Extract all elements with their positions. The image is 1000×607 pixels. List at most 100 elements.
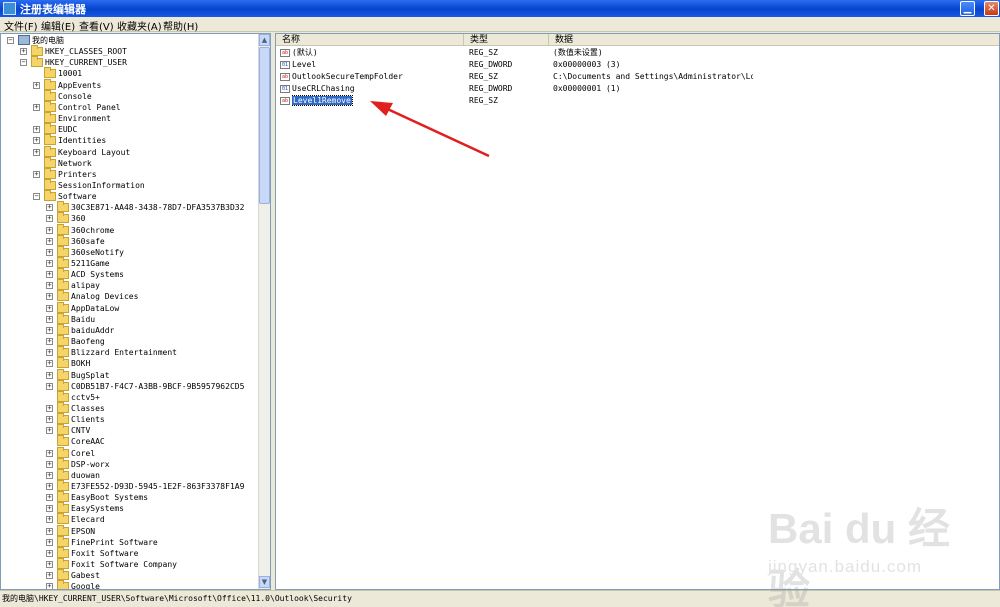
tree-node-label: Foxit Software Company xyxy=(71,560,177,570)
expand-icon[interactable]: + xyxy=(46,427,53,435)
folder-icon xyxy=(44,67,56,79)
expand-icon[interactable]: + xyxy=(46,494,53,502)
expand-icon[interactable]: + xyxy=(46,226,53,234)
folder-icon xyxy=(57,569,69,581)
tree-node-label: Control Panel xyxy=(58,102,121,112)
tree-node-label: Elecard xyxy=(71,515,105,525)
expand-icon[interactable]: + xyxy=(46,583,53,589)
menu-item-3[interactable]: 收藏夹(A) xyxy=(117,18,162,33)
minimize-button[interactable]: ▁ xyxy=(960,1,975,16)
registry-tree[interactable]: − 我的电脑 + HKEY_CLASSES_ROOT − HKEY_CURRENT_USE… xyxy=(1,34,259,589)
folder-icon xyxy=(44,100,56,112)
collapse-icon[interactable]: − xyxy=(20,59,27,67)
expand-icon[interactable]: + xyxy=(46,549,53,557)
expand-icon[interactable]: + xyxy=(46,237,53,245)
tree-node-label: AppDataLow xyxy=(71,303,120,313)
expand-icon[interactable]: + xyxy=(46,293,53,301)
expand-icon[interactable]: + xyxy=(46,204,53,212)
expand-icon[interactable]: + xyxy=(46,505,53,513)
tree-node-label: AppEvents xyxy=(58,80,102,90)
expand-icon[interactable]: + xyxy=(46,460,53,468)
menu-item-4[interactable]: 帮助(H) xyxy=(163,18,198,33)
expand-icon[interactable]: + xyxy=(46,471,53,479)
window-title: 注册表编辑器 xyxy=(20,3,86,16)
collapse-icon[interactable]: − xyxy=(7,37,14,44)
scroll-up-button[interactable]: ▲ xyxy=(259,34,270,46)
folder-icon xyxy=(57,245,69,257)
tree-node-label: baiduAddr xyxy=(71,325,115,335)
expand-icon[interactable]: + xyxy=(46,371,53,379)
folder-icon xyxy=(57,301,69,313)
watermark-url: jingyan.baidu.com xyxy=(768,557,923,576)
expand-icon[interactable]: + xyxy=(46,572,53,580)
menu-item-0[interactable]: 文件(F) xyxy=(4,18,38,33)
menu-item-2[interactable]: 查看(V) xyxy=(79,18,114,33)
baidu-watermark: Bai du 经验 jingyan.baidu.com xyxy=(760,495,980,607)
expand-icon[interactable]: + xyxy=(46,360,53,368)
tree-node-label: EasyBoot Systems xyxy=(71,493,149,503)
expand-icon[interactable]: + xyxy=(46,260,53,267)
expand-icon[interactable]: + xyxy=(46,404,53,412)
expand-icon[interactable]: + xyxy=(46,326,53,334)
expand-icon[interactable]: + xyxy=(46,382,53,390)
scroll-down-button[interactable]: ▼ xyxy=(259,576,270,588)
folder-icon xyxy=(44,78,56,90)
expand-icon[interactable]: + xyxy=(46,416,53,424)
tree-node-label: Corel xyxy=(71,448,96,458)
menu-item-1[interactable]: 编辑(E) xyxy=(41,18,75,33)
folder-icon xyxy=(44,89,56,101)
folder-icon xyxy=(31,56,43,68)
folder-icon xyxy=(57,480,69,491)
folder-icon xyxy=(57,401,69,413)
folder-icon xyxy=(57,379,69,391)
tree-node-label: 360 xyxy=(71,214,86,224)
folder-icon xyxy=(57,413,69,425)
expand-icon[interactable]: + xyxy=(46,338,53,346)
expand-icon[interactable]: + xyxy=(46,349,53,357)
expand-icon[interactable]: + xyxy=(33,170,40,178)
expand-icon[interactable]: + xyxy=(46,449,53,457)
folder-icon xyxy=(44,112,56,124)
folder-icon xyxy=(57,212,69,224)
expand-icon[interactable]: + xyxy=(33,103,40,111)
folder-icon xyxy=(44,167,56,179)
expand-icon[interactable]: + xyxy=(33,137,40,145)
expand-icon[interactable]: + xyxy=(33,148,40,156)
expand-icon[interactable]: + xyxy=(46,538,53,546)
red-arrow-annotation xyxy=(370,101,490,158)
folder-icon xyxy=(57,368,69,380)
tree-node-label: EPSON xyxy=(71,526,96,536)
expand-icon[interactable]: + xyxy=(46,561,53,569)
expand-icon[interactable]: + xyxy=(46,248,53,256)
expand-icon[interactable]: + xyxy=(20,48,27,56)
expand-icon[interactable]: + xyxy=(46,271,53,279)
registry-tree-pane[interactable]: − 我的电脑 + HKEY_CLASSES_ROOT − HKEY_CURRENT_USE… xyxy=(0,33,271,590)
expand-icon[interactable]: + xyxy=(46,483,53,490)
folder-icon xyxy=(57,446,69,458)
tree-node-label: Clients xyxy=(71,415,105,425)
tree-node-label: Keyboard Layout xyxy=(58,147,131,157)
expand-icon[interactable]: + xyxy=(46,516,53,524)
tree-node-label: Baidu xyxy=(71,314,96,324)
folder-icon xyxy=(57,223,69,235)
expand-icon[interactable]: + xyxy=(46,282,53,290)
expand-icon[interactable]: + xyxy=(33,81,40,89)
tree-node-label: FinePrint Software xyxy=(71,537,158,547)
expand-icon[interactable]: + xyxy=(46,315,53,323)
expand-icon[interactable]: + xyxy=(46,215,53,223)
tree-node-label: E73FE552-D93D-5945-1E2F-863F3378F1A9 xyxy=(71,482,245,491)
tree-vertical-scrollbar[interactable]: ▲ ▼ xyxy=(258,34,270,589)
expand-icon[interactable]: + xyxy=(33,126,40,134)
tree-node-label: ACD Systems xyxy=(71,270,124,280)
tree-node-label: 360safe xyxy=(71,236,105,246)
expand-icon[interactable]: + xyxy=(46,527,53,535)
tree-node-label: Blizzard Entertainment xyxy=(71,348,177,358)
close-button[interactable]: ✕ xyxy=(984,1,999,16)
scroll-thumb[interactable] xyxy=(259,47,270,204)
tree-node-label: Environment xyxy=(58,114,111,124)
expand-icon[interactable]: + xyxy=(46,304,53,312)
tree-node-label: EUDC xyxy=(58,125,78,135)
tree-node-label: Foxit Software xyxy=(71,548,139,558)
collapse-icon[interactable]: − xyxy=(33,193,40,201)
folder-icon xyxy=(44,134,56,146)
